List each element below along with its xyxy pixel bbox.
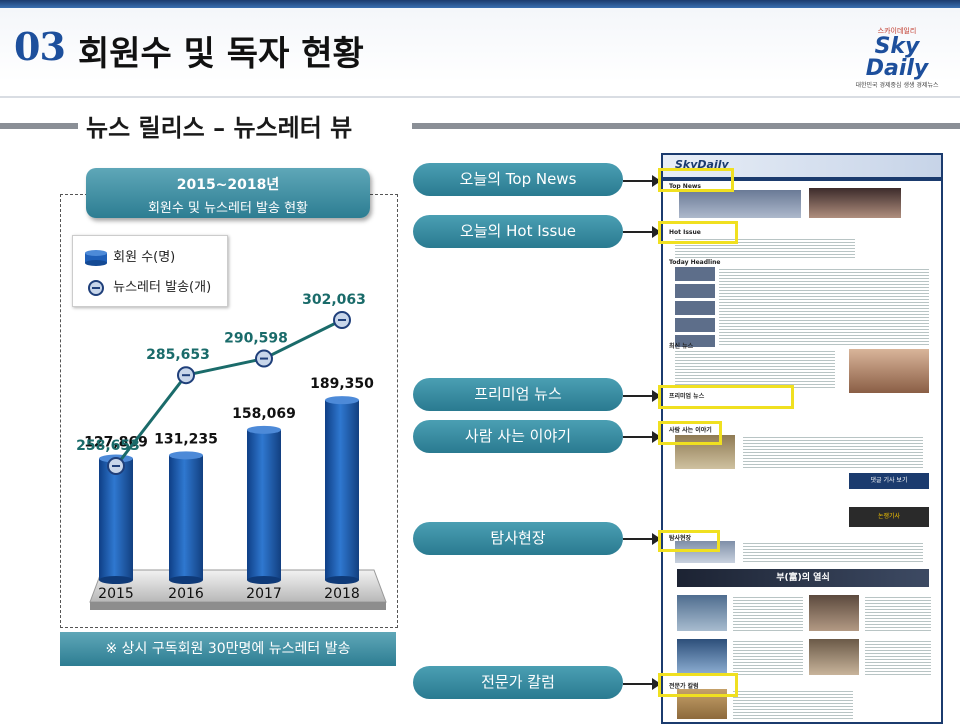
highlight-hot-issue — [658, 221, 738, 244]
headline-thumbnails — [675, 267, 715, 347]
column-lines — [733, 689, 853, 719]
bar-2016 — [169, 455, 203, 580]
arrow-hot-issue — [623, 226, 661, 238]
legend-item-members: 회원 수(명) — [83, 246, 175, 267]
bar-label-2016: 131,235 — [154, 431, 218, 447]
headline-text-lines — [719, 267, 929, 347]
arrow-premium-news — [623, 390, 661, 402]
line-label-2016: 285,653 — [146, 347, 210, 363]
callout-top-news: 오늘의 Top News — [413, 163, 623, 196]
highlight-people-story — [658, 421, 722, 445]
top-news-photo-1 — [679, 190, 801, 218]
callout-investigation: 탐사현장 — [413, 522, 623, 555]
latest-news-lines — [675, 349, 835, 389]
highlight-premium-news — [658, 385, 794, 409]
subtitle-rule-left — [0, 123, 78, 129]
article-lines-2 — [865, 595, 931, 631]
x-tick-2015: 2015 — [98, 586, 134, 602]
x-tick-2016: 2016 — [168, 586, 204, 602]
article-thumb-1 — [677, 595, 727, 631]
bar-bottom-2018 — [325, 576, 359, 584]
section-label-today-headline: Today Headline — [669, 259, 721, 266]
bar-bottom-2016 — [169, 576, 203, 584]
chart-base-edge — [90, 602, 386, 610]
chart-period: 2015~2018년 — [176, 177, 280, 193]
top-bar — [0, 0, 960, 8]
article-lines-3 — [733, 639, 803, 675]
highlight-investigation — [658, 530, 720, 552]
skydaily-logo: 스카이데일리 Sky Daily 대한민국 경제중심 생생 경제뉴스 — [842, 26, 952, 89]
bar-bottom-2015 — [99, 576, 133, 584]
header-divider — [0, 96, 960, 98]
arrow-investigation — [623, 533, 661, 545]
bar-label-2017: 158,069 — [232, 406, 296, 422]
subtitle-rule-right — [412, 123, 960, 129]
highlight-expert-column — [658, 673, 738, 697]
article-thumb-4 — [809, 639, 859, 675]
logo-tagline: 대한민국 경제중심 생생 경제뉴스 — [855, 82, 939, 89]
chart-legend: 회원 수(명) 뉴스레터 발송(개) — [72, 235, 228, 307]
bar-2018 — [325, 400, 359, 580]
line-label-2017: 290,598 — [224, 331, 288, 347]
bar-top-2016 — [169, 451, 203, 460]
section-number: 03 — [14, 24, 66, 69]
bar-2015 — [99, 458, 133, 580]
article-thumb-2 — [809, 595, 859, 631]
x-tick-2018: 2018 — [324, 586, 360, 602]
arrow-top-news — [623, 175, 661, 187]
section-subtitle: 뉴스 릴리스 – 뉴스레터 뷰 — [86, 113, 353, 142]
callout-people-story: 사람 사는 이야기 — [413, 420, 623, 453]
x-tick-2017: 2017 — [246, 586, 282, 602]
bar-2017 — [247, 429, 281, 580]
callout-premium-news: 프리미엄 뉴스 — [413, 378, 623, 411]
circle-marker-icon — [88, 279, 104, 296]
comment-articles-banner: 댓글 기사 보기 — [849, 473, 929, 489]
wealth-key-banner: 부(富)의 열쇠 — [677, 569, 929, 587]
article-thumb-3 — [677, 639, 727, 675]
article-lines-1 — [733, 595, 803, 631]
logo-brand: Sky Daily — [865, 34, 929, 81]
latest-news-photo — [849, 349, 929, 393]
people-text-lines — [743, 435, 923, 469]
bar-label-2018: 189,350 — [310, 376, 374, 392]
bar-top-2017 — [247, 425, 281, 434]
legend-label-newsletter: 뉴스레터 발송(개) — [113, 280, 212, 295]
page-title: 회원수 및 독자 현황 — [78, 34, 364, 74]
article-lines-4 — [865, 639, 931, 675]
line-label-2015: 258,653 — [76, 438, 140, 454]
top-news-photo-2 — [809, 188, 901, 218]
legend-item-newsletter: 뉴스레터 발송(개) — [83, 276, 211, 297]
investigation-text-lines — [743, 541, 923, 563]
bar-bottom-2017 — [247, 576, 281, 584]
arrow-people-story — [623, 431, 661, 443]
legend-label-members: 회원 수(명) — [113, 250, 176, 265]
highlight-top-news — [658, 168, 734, 192]
debate-articles-banner: 논쟁기사 — [849, 507, 929, 527]
callout-expert-column: 전문가 칼럼 — [413, 666, 623, 699]
callout-hot-issue: 오늘의 Hot Issue — [413, 215, 623, 248]
arrow-expert-column — [623, 678, 661, 690]
bar-top-2018 — [325, 396, 359, 405]
line-label-2018: 302,063 — [302, 292, 366, 308]
cylinder-icon — [85, 249, 107, 266]
chart-footnote: ※ 상시 구독회원 30만명에 뉴스레터 발송 — [60, 632, 396, 666]
